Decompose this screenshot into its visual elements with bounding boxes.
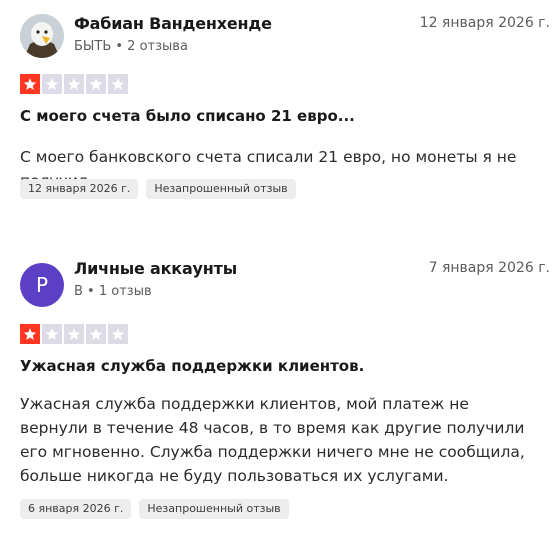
star-icon [20, 74, 40, 94]
review-date: 7 января 2026 г. [428, 260, 550, 276]
star-icon [108, 324, 128, 344]
star-icon [64, 324, 84, 344]
author-name[interactable]: Фабиан Ванденхенде [74, 14, 272, 33]
eagle-avatar-icon [20, 14, 64, 58]
review-text: Ужасная служба поддержки клиентов, мой п… [20, 395, 525, 485]
review-tags: 6 января 2026 г. Незапрошенный отзыв [20, 499, 289, 519]
star-icon [42, 74, 62, 94]
review-tags: 12 января 2026 г. Незапрошенный отзыв [20, 179, 296, 199]
review-header: Фабиан Ванденхенде БЫТЬ • 2 отзыва 12 ян… [20, 14, 550, 60]
star-icon [20, 324, 40, 344]
author-name[interactable]: Личные аккаунты [74, 259, 237, 278]
star-icon [86, 324, 106, 344]
review-title[interactable]: С моего счета было списано 21 евро... [20, 107, 355, 125]
review-date: 12 января 2026 г. [419, 15, 550, 31]
experience-date-tag: 6 января 2026 г. [20, 499, 132, 519]
review-card: Фабиан Ванденхенде БЫТЬ • 2 отзыва 12 ян… [20, 14, 550, 199]
author-meta: В • 1 отзыв [74, 284, 152, 299]
star-icon [86, 74, 106, 94]
star-icon [108, 74, 128, 94]
star-icon [42, 324, 62, 344]
star-icon [64, 74, 84, 94]
author-meta: БЫТЬ • 2 отзыва [74, 39, 188, 54]
review-card: P Личные аккаунты В • 1 отзыв 7 января 2… [20, 259, 550, 519]
unprompted-review-tag[interactable]: Незапрошенный отзыв [146, 179, 296, 199]
review-header: P Личные аккаунты В • 1 отзыв 7 января 2… [20, 259, 550, 307]
avatar[interactable] [20, 14, 64, 58]
experience-date-tag: 12 января 2026 г. [20, 179, 139, 199]
star-rating [20, 74, 128, 94]
unprompted-review-tag[interactable]: Незапрошенный отзыв [139, 499, 289, 519]
avatar[interactable]: P [20, 263, 64, 307]
star-rating [20, 324, 128, 344]
review-title[interactable]: Ужасная служба поддержки клиентов. [20, 357, 364, 375]
